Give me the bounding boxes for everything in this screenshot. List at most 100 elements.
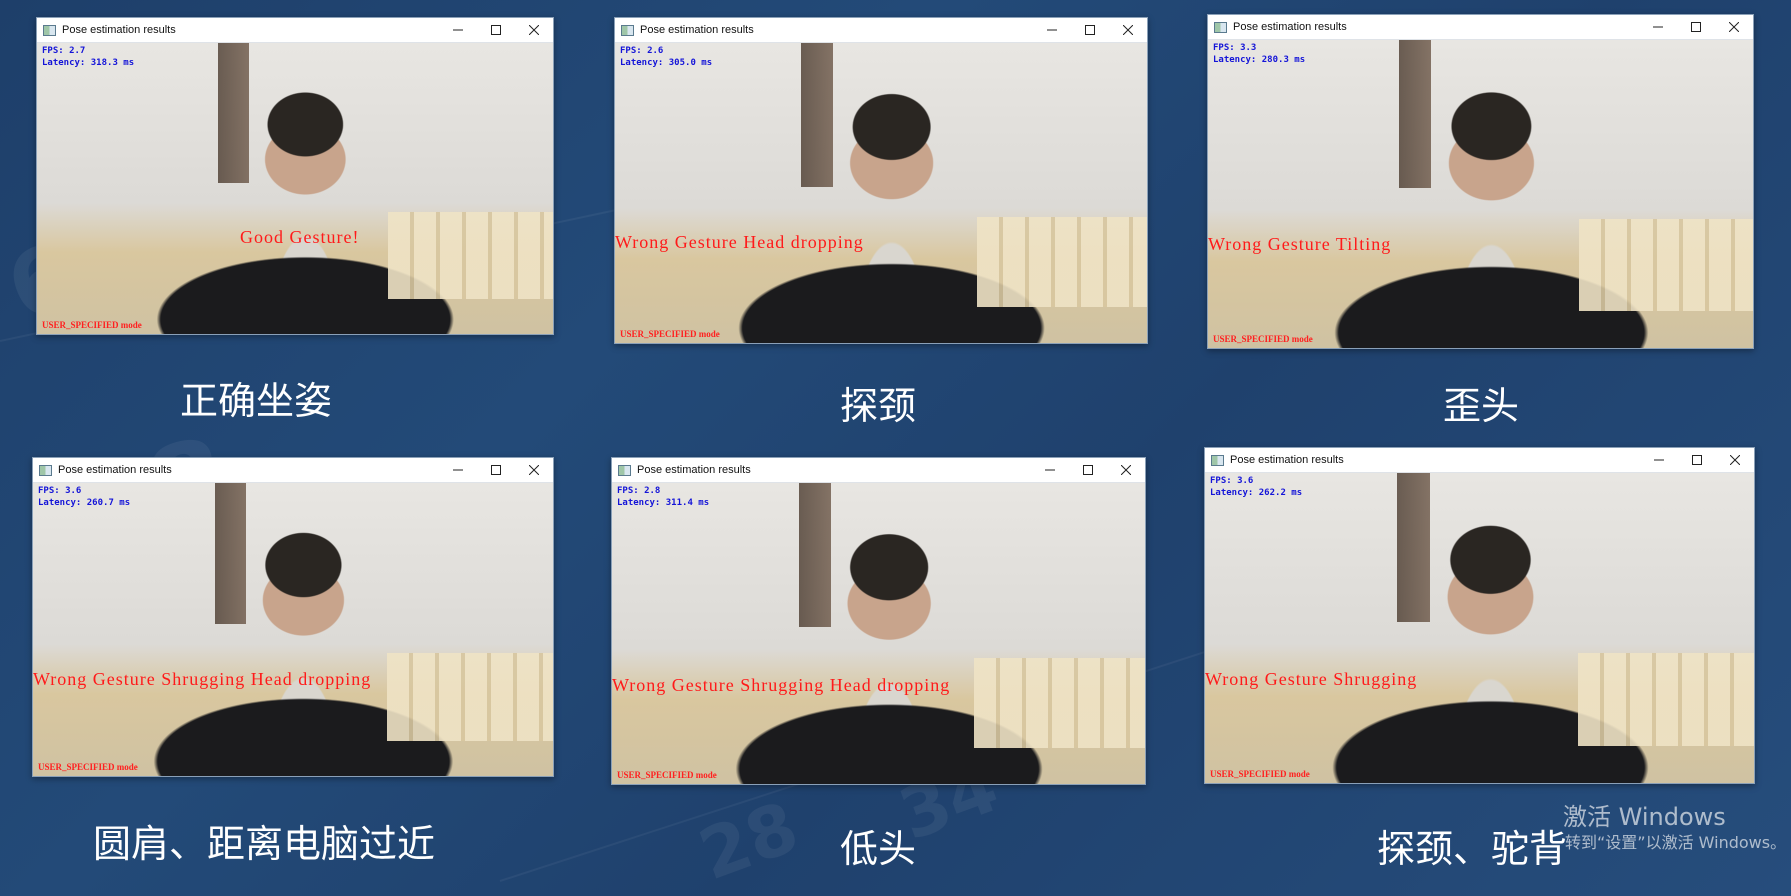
close-button[interactable] xyxy=(1716,448,1754,472)
mode-label: USER_SPECIFIED mode xyxy=(42,320,142,330)
maximize-icon xyxy=(1692,455,1702,465)
maximize-icon xyxy=(1691,22,1701,32)
window-title: Pose estimation results xyxy=(58,464,172,476)
close-icon xyxy=(1123,25,1133,35)
activation-watermark-title: 激活 Windows xyxy=(1563,803,1726,831)
mode-label: USER_SPECIFIED mode xyxy=(620,329,720,339)
caption-head-down: 低头 xyxy=(840,827,917,871)
background-number: 28 xyxy=(688,785,809,896)
gesture-label: Wrong Gesture Shrugging Head dropping xyxy=(612,675,951,695)
minimize-icon xyxy=(1653,26,1663,28)
mode-label: USER_SPECIFIED mode xyxy=(617,770,717,780)
window-titlebar[interactable]: Pose estimation results xyxy=(612,458,1145,483)
fps-text: FPS: 3.6 xyxy=(1210,476,1254,486)
maximize-button[interactable] xyxy=(1071,18,1109,42)
door xyxy=(798,483,831,628)
camera-frame: FPS: 3.3 Latency: 280.3 ms Wrong Gesture … xyxy=(1208,40,1753,348)
gesture-label: Good Gesture! xyxy=(240,227,360,247)
caption-hunchback: 探颈、驼背 xyxy=(1377,827,1568,871)
minimize-button[interactable] xyxy=(1640,448,1678,472)
maximize-icon xyxy=(1085,25,1095,35)
latency-text: Latency: 311.4 ms xyxy=(617,498,710,508)
minimize-button[interactable] xyxy=(1033,18,1071,42)
close-button[interactable] xyxy=(515,458,553,482)
close-button[interactable] xyxy=(1715,15,1753,39)
pose-window-1[interactable]: Pose estimation results FPS: 2.7 Latency:… xyxy=(36,17,554,335)
minimize-button[interactable] xyxy=(1639,15,1677,39)
door xyxy=(217,43,249,183)
chairs xyxy=(974,657,1145,748)
chairs xyxy=(976,217,1147,307)
window-title: Pose estimation results xyxy=(637,464,751,476)
fps-overlay: FPS: 2.8 Latency: 311.4 ms xyxy=(617,485,709,509)
maximize-button[interactable] xyxy=(477,18,515,42)
latency-text: Latency: 318.3 ms xyxy=(42,58,135,68)
minimize-icon xyxy=(453,29,463,31)
window-title: Pose estimation results xyxy=(1230,454,1344,466)
fps-text: FPS: 3.3 xyxy=(1213,43,1257,53)
close-icon xyxy=(1730,455,1740,465)
close-button[interactable] xyxy=(1107,458,1145,482)
fps-text: FPS: 2.8 xyxy=(617,486,661,496)
maximize-button[interactable] xyxy=(1677,15,1715,39)
door xyxy=(801,43,834,187)
maximize-icon xyxy=(1083,465,1093,475)
pose-window-2[interactable]: Pose estimation results FPS: 2.6 Latency:… xyxy=(614,17,1148,344)
window-titlebar[interactable]: Pose estimation results xyxy=(37,18,553,43)
activation-watermark-subtitle: 转到“设置”以激活 Windows。 xyxy=(1565,833,1787,852)
camera-frame: FPS: 3.6 Latency: 262.2 ms Wrong Gesture … xyxy=(1205,473,1754,783)
camera-frame: FPS: 3.6 Latency: 260.7 ms Wrong Gesture … xyxy=(33,483,553,776)
app-icon xyxy=(1211,454,1224,466)
close-button[interactable] xyxy=(1109,18,1147,42)
window-titlebar[interactable]: Pose estimation results xyxy=(1205,448,1754,473)
close-icon xyxy=(1729,22,1739,32)
gesture-label: Wrong Gesture Head dropping xyxy=(615,232,864,252)
maximize-button[interactable] xyxy=(477,458,515,482)
chairs xyxy=(387,211,553,300)
window-title: Pose estimation results xyxy=(62,24,176,36)
latency-text: Latency: 305.0 ms xyxy=(620,58,713,68)
caption-head-tilt: 歪头 xyxy=(1443,384,1520,428)
window-titlebar[interactable]: Pose estimation results xyxy=(1208,15,1753,40)
camera-frame: FPS: 2.8 Latency: 311.4 ms Wrong Gesture … xyxy=(612,483,1145,784)
minimize-icon xyxy=(453,469,463,471)
door xyxy=(1398,40,1432,188)
caption-rounded-shoulders: 圆肩、距离电脑过近 xyxy=(93,822,436,866)
mode-label: USER_SPECIFIED mode xyxy=(1210,769,1310,779)
close-icon xyxy=(529,25,539,35)
window-titlebar[interactable]: Pose estimation results xyxy=(33,458,553,483)
pose-window-6[interactable]: Pose estimation results FPS: 3.6 Latency:… xyxy=(1204,447,1755,784)
mode-label: USER_SPECIFIED mode xyxy=(1213,334,1313,344)
window-titlebar[interactable]: Pose estimation results xyxy=(615,18,1147,43)
app-icon xyxy=(43,24,56,36)
pose-window-5[interactable]: Pose estimation results FPS: 2.8 Latency:… xyxy=(611,457,1146,785)
gesture-label: Wrong Gesture Shrugging Head dropping xyxy=(33,669,372,689)
fps-overlay: FPS: 2.6 Latency: 305.0 ms xyxy=(620,45,712,69)
latency-text: Latency: 260.7 ms xyxy=(38,498,131,508)
maximize-button[interactable] xyxy=(1069,458,1107,482)
door xyxy=(1397,473,1431,622)
pose-window-4[interactable]: Pose estimation results FPS: 3.6 Latency:… xyxy=(32,457,554,777)
close-button[interactable] xyxy=(515,18,553,42)
minimize-icon xyxy=(1047,29,1057,31)
fps-text: FPS: 2.6 xyxy=(620,46,664,56)
minimize-button[interactable] xyxy=(439,18,477,42)
minimize-button[interactable] xyxy=(439,458,477,482)
minimize-button[interactable] xyxy=(1031,458,1069,482)
app-icon xyxy=(1214,21,1227,33)
camera-frame: FPS: 2.6 Latency: 305.0 ms Wrong Gesture … xyxy=(615,43,1147,343)
caption-neck-forward: 探颈 xyxy=(840,384,917,428)
gesture-label: Wrong Gesture Shrugging xyxy=(1205,669,1418,689)
maximize-button[interactable] xyxy=(1678,448,1716,472)
minimize-icon xyxy=(1654,459,1664,461)
camera-frame: FPS: 2.7 Latency: 318.3 ms Good Gesture! … xyxy=(37,43,553,334)
pose-window-3[interactable]: Pose estimation results FPS: 3.3 Latency:… xyxy=(1207,14,1754,349)
fps-overlay: FPS: 3.3 Latency: 280.3 ms xyxy=(1213,42,1305,66)
chairs xyxy=(1578,218,1753,312)
latency-text: Latency: 280.3 ms xyxy=(1213,55,1306,65)
fps-overlay: FPS: 3.6 Latency: 262.2 ms xyxy=(1210,475,1302,499)
chairs xyxy=(1578,652,1754,746)
close-icon xyxy=(1121,465,1131,475)
mode-label: USER_SPECIFIED mode xyxy=(38,762,138,772)
window-title: Pose estimation results xyxy=(1233,21,1347,33)
